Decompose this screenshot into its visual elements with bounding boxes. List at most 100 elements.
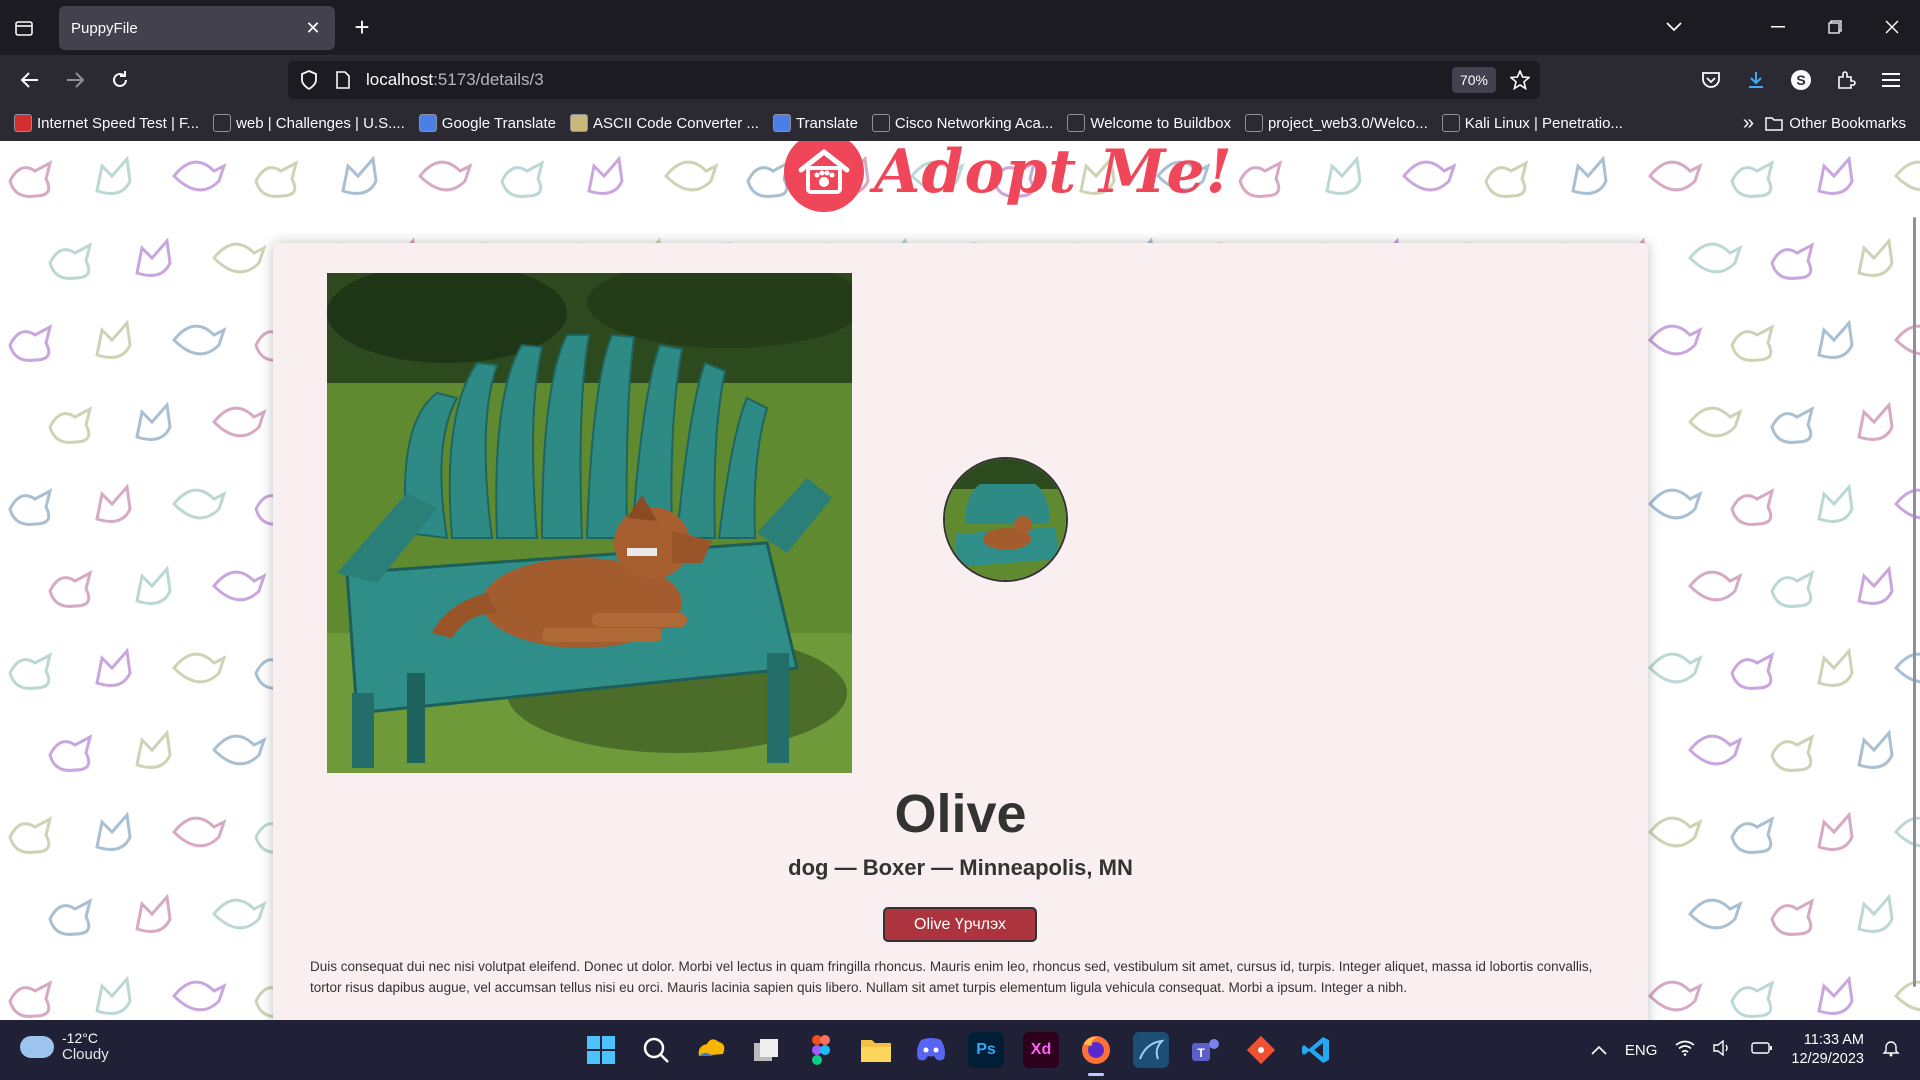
bookmark-item[interactable]: Translate — [772, 114, 858, 132]
pinned-apps: Ps Xd T — [583, 1020, 1334, 1080]
pocket-icon[interactable] — [1694, 63, 1728, 97]
tab-close-icon[interactable]: ✕ — [303, 18, 323, 39]
translate-icon — [772, 114, 791, 132]
notifications-icon[interactable] — [1882, 1039, 1900, 1061]
bookmark-star-icon[interactable] — [1508, 69, 1532, 91]
reload-icon[interactable] — [103, 63, 137, 97]
pattern-animal — [135, 565, 172, 605]
language-indicator[interactable]: ENG — [1625, 1042, 1658, 1059]
tab-strip: PuppyFile ✕ + — [0, 0, 1920, 55]
wifi-icon[interactable] — [1675, 1040, 1695, 1060]
pet-description: Duis consequat dui nec nisi volutpat ele… — [310, 959, 1593, 995]
back-icon[interactable] — [13, 63, 47, 97]
pattern-animal — [1770, 898, 1815, 936]
pattern-animal — [95, 155, 132, 195]
list-all-tabs-icon[interactable] — [1650, 8, 1698, 46]
bookmark-item[interactable]: project_web3.0/Welco... — [1244, 114, 1428, 132]
bookmark-item[interactable]: Internet Speed Test | F... — [14, 114, 199, 132]
house-paw-icon — [784, 141, 864, 212]
pattern-animal — [1238, 160, 1283, 198]
weather-temp: -12°C — [62, 1030, 98, 1046]
bookmark-label: Cisco Networking Aca... — [894, 114, 1054, 132]
figma-icon[interactable] — [803, 1032, 839, 1068]
page-scrollbar[interactable] — [1913, 217, 1916, 987]
extensions-icon[interactable] — [1829, 63, 1863, 97]
pattern-animal — [1817, 483, 1854, 523]
pattern-animal — [500, 160, 545, 198]
bookmark-item[interactable]: Welcome to Buildbox — [1067, 114, 1231, 132]
pattern-animal — [135, 893, 172, 933]
pattern-animal — [1687, 570, 1743, 602]
weather-condition: Cloudy — [62, 1046, 109, 1063]
pattern-animal — [1647, 980, 1703, 1012]
downloads-icon[interactable] — [1739, 63, 1773, 97]
pattern-animal — [1730, 652, 1775, 690]
pattern-animal — [95, 975, 132, 1015]
bookmark-item[interactable]: ASCII Code Converter ... — [570, 114, 759, 132]
bookmark-label: Welcome to Buildbox — [1090, 114, 1231, 132]
minimize-icon[interactable] — [1754, 8, 1802, 46]
pattern-animal — [1893, 160, 1920, 192]
battery-icon[interactable] — [1751, 1041, 1773, 1059]
discord-icon[interactable] — [913, 1032, 949, 1068]
adobe-xd-icon[interactable]: Xd — [1023, 1032, 1059, 1068]
pattern-animal — [48, 734, 93, 772]
more-bookmarks-icon[interactable]: » — [1743, 105, 1754, 141]
pattern-animal — [1770, 734, 1815, 772]
teams-icon[interactable]: T — [1188, 1032, 1224, 1068]
pattern-animal — [1687, 406, 1743, 438]
windows-start-icon[interactable] — [583, 1032, 619, 1068]
search-icon[interactable] — [638, 1032, 674, 1068]
bookmark-label: Translate — [795, 114, 858, 132]
tab-puppyfile[interactable]: PuppyFile ✕ — [59, 6, 335, 50]
photos-icon[interactable] — [693, 1032, 729, 1068]
pattern-animal — [1770, 406, 1815, 444]
adopt-me-logo[interactable]: Adopt Me! — [784, 141, 1233, 215]
pattern-animal — [135, 401, 172, 441]
chevron-up-icon[interactable] — [1591, 1042, 1607, 1058]
weather-widget[interactable]: -12°C Cloudy — [20, 1030, 109, 1063]
pattern-animal — [1857, 565, 1894, 605]
pattern-animal — [1687, 734, 1743, 766]
mysql-workbench-icon[interactable] — [1133, 1032, 1169, 1068]
pattern-animal — [171, 652, 227, 684]
clock-date: 12/29/2023 — [1791, 1051, 1864, 1067]
globe-icon — [213, 114, 232, 132]
bookmark-item[interactable]: web | Challenges | U.S.... — [213, 114, 405, 132]
close-window-icon[interactable] — [1868, 8, 1916, 46]
pattern-animal — [171, 160, 227, 192]
bookmark-item[interactable]: Cisco Networking Aca... — [871, 114, 1054, 132]
adopt-button[interactable]: Olive Үрчлэх — [883, 907, 1037, 942]
volume-icon[interactable] — [1713, 1039, 1733, 1060]
restore-icon[interactable] — [1811, 8, 1859, 46]
translate-icon — [418, 114, 437, 132]
git-icon[interactable] — [1243, 1032, 1279, 1068]
pattern-animal — [1770, 570, 1815, 608]
pattern-animal — [211, 242, 267, 274]
zoom-level[interactable]: 70% — [1451, 67, 1496, 93]
shield-icon[interactable] — [298, 69, 320, 91]
bookmark-item[interactable]: Kali Linux | Penetratio... — [1441, 114, 1623, 132]
menu-icon[interactable] — [1874, 63, 1908, 97]
pattern-animal — [8, 652, 53, 690]
address-bar[interactable]: localhost:5173/details/3 70% — [288, 61, 1540, 99]
pattern-animal — [1401, 160, 1457, 192]
photoshop-icon[interactable]: Ps — [968, 1032, 1004, 1068]
pattern-animal — [1770, 242, 1815, 280]
forward-icon[interactable] — [58, 63, 92, 97]
clock[interactable]: 11:33 AM 12/29/2023 — [1791, 1031, 1864, 1069]
pattern-animal — [663, 160, 719, 192]
pet-thumbnail[interactable] — [943, 457, 1068, 582]
page-info-icon[interactable] — [332, 69, 354, 91]
file-explorer-icon[interactable] — [858, 1032, 894, 1068]
tab-list-icon[interactable] — [8, 12, 40, 44]
pattern-animal — [1893, 652, 1920, 684]
bookmark-item[interactable]: Google Translate — [418, 114, 556, 132]
vscode-icon[interactable] — [1298, 1032, 1334, 1068]
account-icon[interactable]: S — [1784, 63, 1818, 97]
new-tab-icon[interactable]: + — [345, 10, 379, 44]
other-bookmarks[interactable]: Other Bookmarks — [1765, 105, 1906, 141]
task-view-icon[interactable] — [748, 1032, 784, 1068]
pattern-animal — [341, 155, 378, 195]
firefox-icon[interactable] — [1078, 1032, 1114, 1076]
